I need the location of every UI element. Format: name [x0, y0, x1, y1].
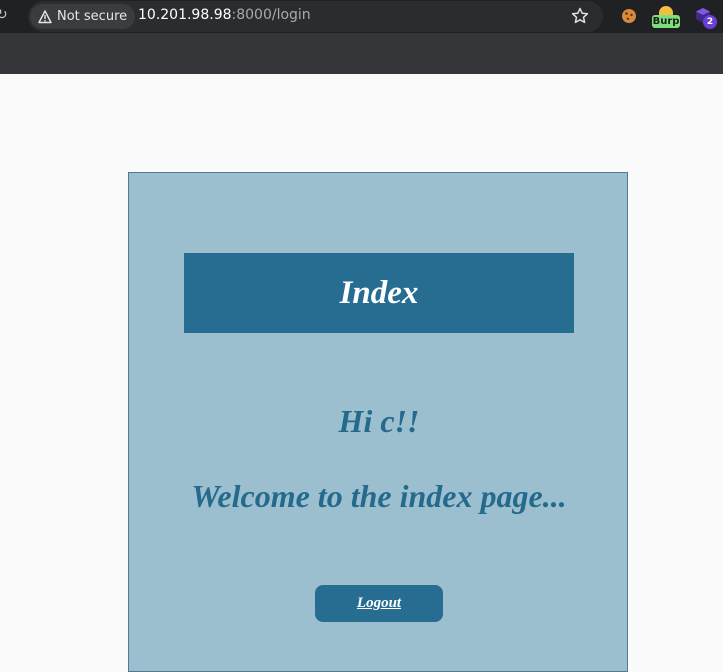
burp-extension-label[interactable]: Burp — [652, 15, 680, 28]
url-host: 10.201.98.98 — [138, 7, 232, 23]
bookmark-star-icon[interactable] — [570, 6, 590, 26]
security-label: Not secure — [57, 9, 128, 24]
url-path: :8000/login — [231, 7, 311, 23]
reload-icon[interactable]: ↻ — [0, 7, 8, 23]
security-indicator[interactable]: Not secure — [30, 4, 136, 29]
browser-bookmarks-bar — [0, 33, 723, 74]
cookie-extension-icon[interactable] — [621, 8, 637, 24]
page-title: Index — [184, 253, 574, 333]
greeting-text: Hi c!! — [338, 403, 420, 439]
warning-icon — [38, 9, 52, 23]
logout-button[interactable]: Logout — [315, 585, 443, 622]
extension-badge: 2 — [703, 15, 717, 29]
url-text[interactable]: 10.201.98.98:8000/login — [138, 7, 311, 23]
page-body: Index Hi c!! Welcome to the index page..… — [0, 74, 723, 672]
welcome-text: Welcome to the index page... — [191, 478, 567, 514]
browser-toolbar: ↻ Not secure 10.201.98.98:8000/login Bur… — [0, 0, 723, 33]
index-card: Index Hi c!! Welcome to the index page..… — [128, 172, 628, 672]
